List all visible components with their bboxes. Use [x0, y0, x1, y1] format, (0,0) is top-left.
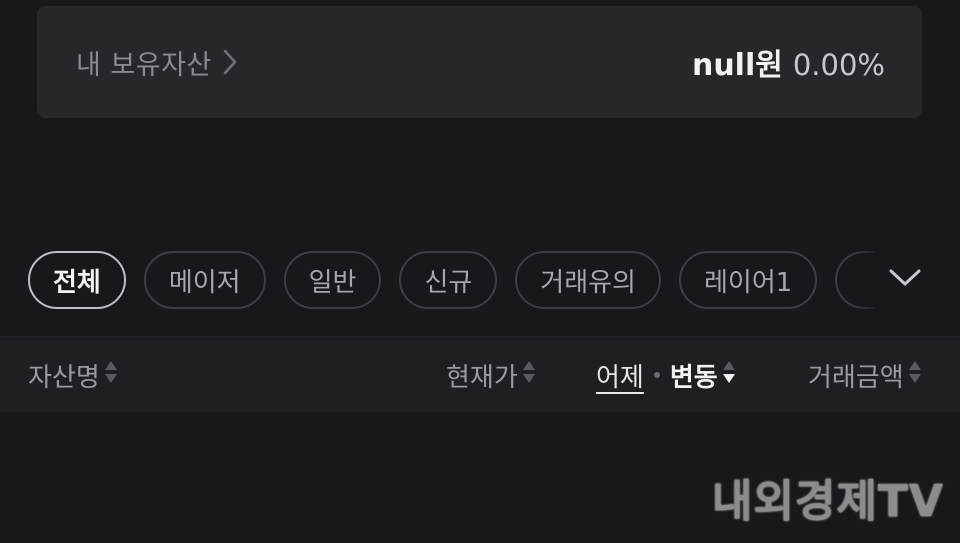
holdings-percent: 0.00%: [792, 48, 885, 82]
chip-label: 거래유의: [540, 267, 636, 298]
chip-label: 일반: [308, 267, 357, 298]
sort-change[interactable]: 어제 변동: [596, 337, 736, 413]
sort-current-price[interactable]: 현재가: [446, 337, 536, 413]
column-label: 현재가: [446, 362, 518, 393]
table-header: 자산명 현재가 어제 변동 거래금액: [0, 336, 960, 412]
holdings-value: null원: [691, 48, 783, 83]
sort-asset-name[interactable]: 자산명: [28, 337, 118, 413]
chip-general[interactable]: 일반: [283, 251, 382, 309]
chip-label: 메이저: [168, 267, 241, 298]
filter-chips: 전체 메이저 일반 신규 거래유의 레이어1: [28, 250, 960, 310]
chip-label: 레이어1: [703, 267, 793, 298]
chevron-down-icon: [888, 268, 922, 292]
holdings-card[interactable]: 내 보유자산 null원 0.00%: [37, 6, 922, 118]
sort-icon: [908, 359, 922, 392]
holdings-link[interactable]: 내 보유자산: [76, 43, 238, 82]
holdings-summary: null원 0.00%: [692, 40, 885, 84]
sort-icon: [722, 359, 736, 392]
holdings-label: 내 보유자산: [76, 49, 212, 81]
chip-label: 전체: [53, 267, 101, 298]
chip-new[interactable]: 신규: [399, 251, 498, 309]
sort-trade-volume[interactable]: 거래금액: [808, 337, 922, 413]
separator-dot: [653, 372, 660, 378]
chip-label: 신규: [424, 267, 473, 298]
change-period-yesterday[interactable]: 어제: [596, 357, 644, 394]
sort-icon: [104, 359, 118, 392]
chevron-right-icon: [222, 48, 238, 76]
column-label: 거래금액: [808, 362, 904, 393]
chip-caution[interactable]: 거래유의: [515, 251, 661, 309]
column-label: 자산명: [28, 362, 100, 393]
watermark-logo: 내외경제TV: [712, 476, 944, 527]
chip-layer1[interactable]: 레이어1: [678, 251, 818, 309]
chip-major[interactable]: 메이저: [143, 251, 266, 309]
expand-filters-button[interactable]: [850, 250, 960, 310]
column-label: 변동: [669, 362, 718, 393]
sort-icon: [522, 359, 536, 392]
chip-all[interactable]: 전체: [28, 251, 126, 309]
page: 내 보유자산 null원 0.00% 전체 메이저 일반 신규 거래유의 레이어…: [0, 0, 960, 543]
